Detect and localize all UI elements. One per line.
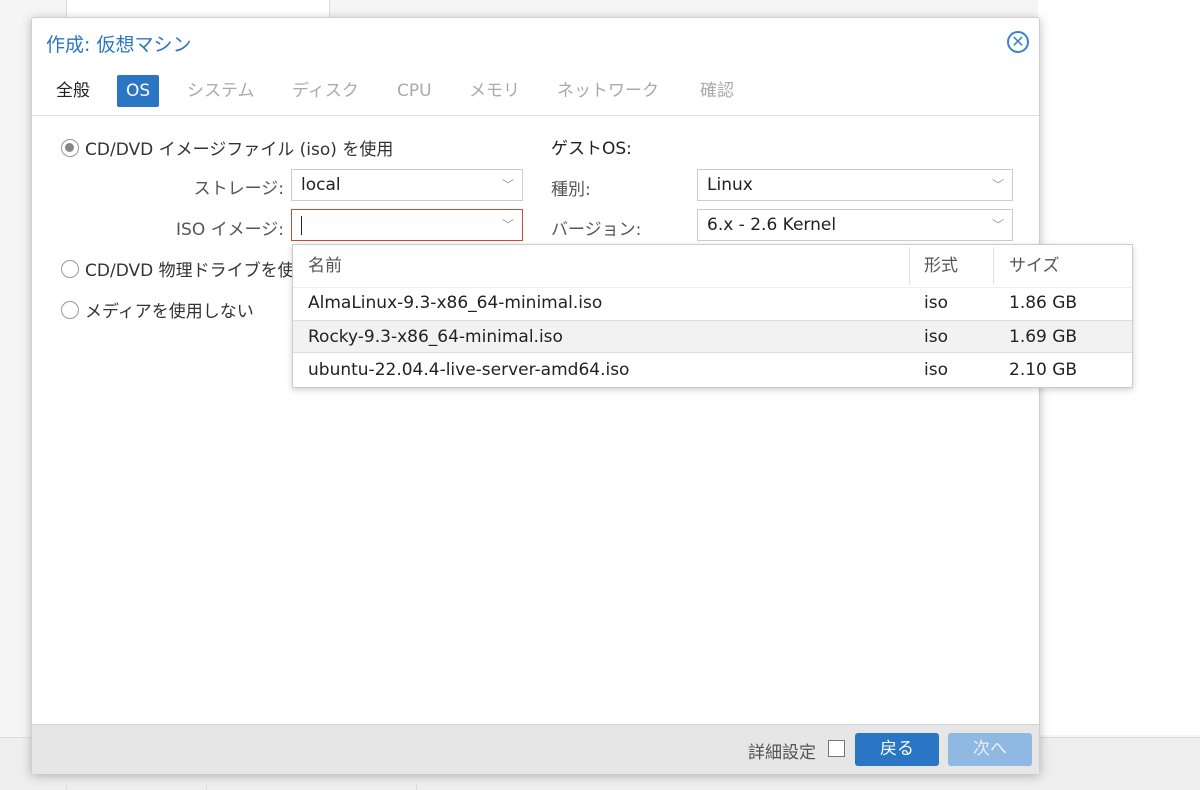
iso-list-item[interactable]: Rocky-9.3-x86_64-minimal.iso iso 1.69 GB [293, 320, 1132, 353]
iso-size: 1.69 GB [1009, 327, 1078, 347]
os-version-select[interactable]: 6.x - 2.6 Kernel ﹀ [697, 209, 1013, 241]
advanced-checkbox[interactable] [828, 740, 845, 757]
os-type-select[interactable]: Linux ﹀ [697, 169, 1013, 201]
radio-unselected-icon [61, 259, 79, 278]
tab-os[interactable]: OS [117, 75, 160, 107]
text-caret [301, 215, 302, 235]
os-type-label: 種別: [551, 180, 591, 200]
iso-format: iso [924, 360, 948, 380]
column-divider [993, 247, 994, 285]
iso-size: 2.10 GB [1009, 360, 1078, 380]
radio-unselected-icon [61, 300, 79, 319]
advanced-label: 詳細設定 [748, 743, 816, 763]
storage-value: local [301, 175, 341, 195]
tab-system[interactable]: システム [187, 75, 255, 107]
iso-name: AlmaLinux-9.3-x86_64-minimal.iso [308, 293, 603, 313]
background-panel [66, 0, 330, 18]
iso-list-item[interactable]: AlmaLinux-9.3-x86_64-minimal.iso iso 1.8… [293, 287, 1132, 320]
create-vm-dialog: 作成: 仮想マシン ✕ 全般 OS システム ディスク CPU メモリ ネットワ… [31, 17, 1040, 774]
tab-memory[interactable]: メモリ [469, 75, 520, 107]
divider [206, 784, 207, 790]
chevron-down-icon[interactable]: ﹀ [494, 210, 522, 240]
storage-label: ストレージ: [193, 179, 284, 199]
iso-image-input[interactable]: ﹀ [291, 209, 523, 241]
divider [416, 784, 417, 790]
iso-size: 1.86 GB [1009, 293, 1078, 313]
radio-physical-drive-label: CD/DVD 物理ドライブを使 [85, 261, 295, 281]
chevron-down-icon[interactable]: ﹀ [984, 210, 1012, 240]
column-divider [909, 247, 910, 285]
tab-cpu[interactable]: CPU [397, 75, 432, 107]
guest-os-title: ゲストOS: [551, 139, 632, 159]
dialog-footer: 詳細設定 戻る 次へ [32, 724, 1039, 774]
radio-selected-icon [61, 138, 79, 157]
radio-physical-drive[interactable]: CD/DVD 物理ドライブを使 [61, 256, 295, 281]
chevron-down-icon[interactable]: ﹀ [494, 170, 522, 200]
iso-list-item[interactable]: ubuntu-22.04.4-live-server-amd64.iso iso… [293, 354, 1132, 387]
iso-format: iso [924, 293, 948, 313]
iso-dropdown-list: 名前 形式 サイズ AlmaLinux-9.3-x86_64-minimal.i… [292, 244, 1133, 388]
storage-select[interactable]: local ﹀ [291, 169, 523, 201]
tab-general[interactable]: 全般 [56, 75, 90, 107]
column-header-name[interactable]: 名前 [308, 245, 342, 287]
iso-format: iso [924, 327, 948, 347]
iso-name: Rocky-9.3-x86_64-minimal.iso [308, 327, 563, 347]
chevron-down-icon[interactable]: ﹀ [984, 170, 1012, 200]
iso-name: ubuntu-22.04.4-live-server-amd64.iso [308, 360, 630, 380]
column-header-size[interactable]: サイズ [1009, 245, 1060, 287]
dialog-title: 作成: 仮想マシン [46, 34, 192, 56]
close-circle-icon[interactable]: ✕ [1007, 31, 1029, 53]
os-panel [32, 115, 1039, 724]
radio-no-media-label: メディアを使用しない [85, 302, 254, 322]
tab-confirm[interactable]: 確認 [700, 75, 734, 107]
tab-disk[interactable]: ディスク [292, 75, 359, 107]
back-button[interactable]: 戻る [855, 733, 939, 766]
radio-no-media[interactable]: メディアを使用しない [61, 297, 254, 322]
next-button[interactable]: 次へ [948, 733, 1032, 766]
iso-list-header: 名前 形式 サイズ [293, 245, 1132, 288]
iso-image-label: ISO イメージ: [176, 220, 284, 240]
os-type-value: Linux [707, 175, 753, 195]
tab-network[interactable]: ネットワーク [557, 75, 659, 107]
radio-use-iso[interactable]: CD/DVD イメージファイル (iso) を使用 [61, 135, 393, 160]
divider [66, 784, 67, 790]
os-version-value: 6.x - 2.6 Kernel [707, 215, 837, 235]
radio-use-iso-label: CD/DVD イメージファイル (iso) を使用 [85, 140, 394, 160]
column-header-format[interactable]: 形式 [924, 245, 958, 287]
os-version-label: バージョン: [551, 220, 642, 240]
